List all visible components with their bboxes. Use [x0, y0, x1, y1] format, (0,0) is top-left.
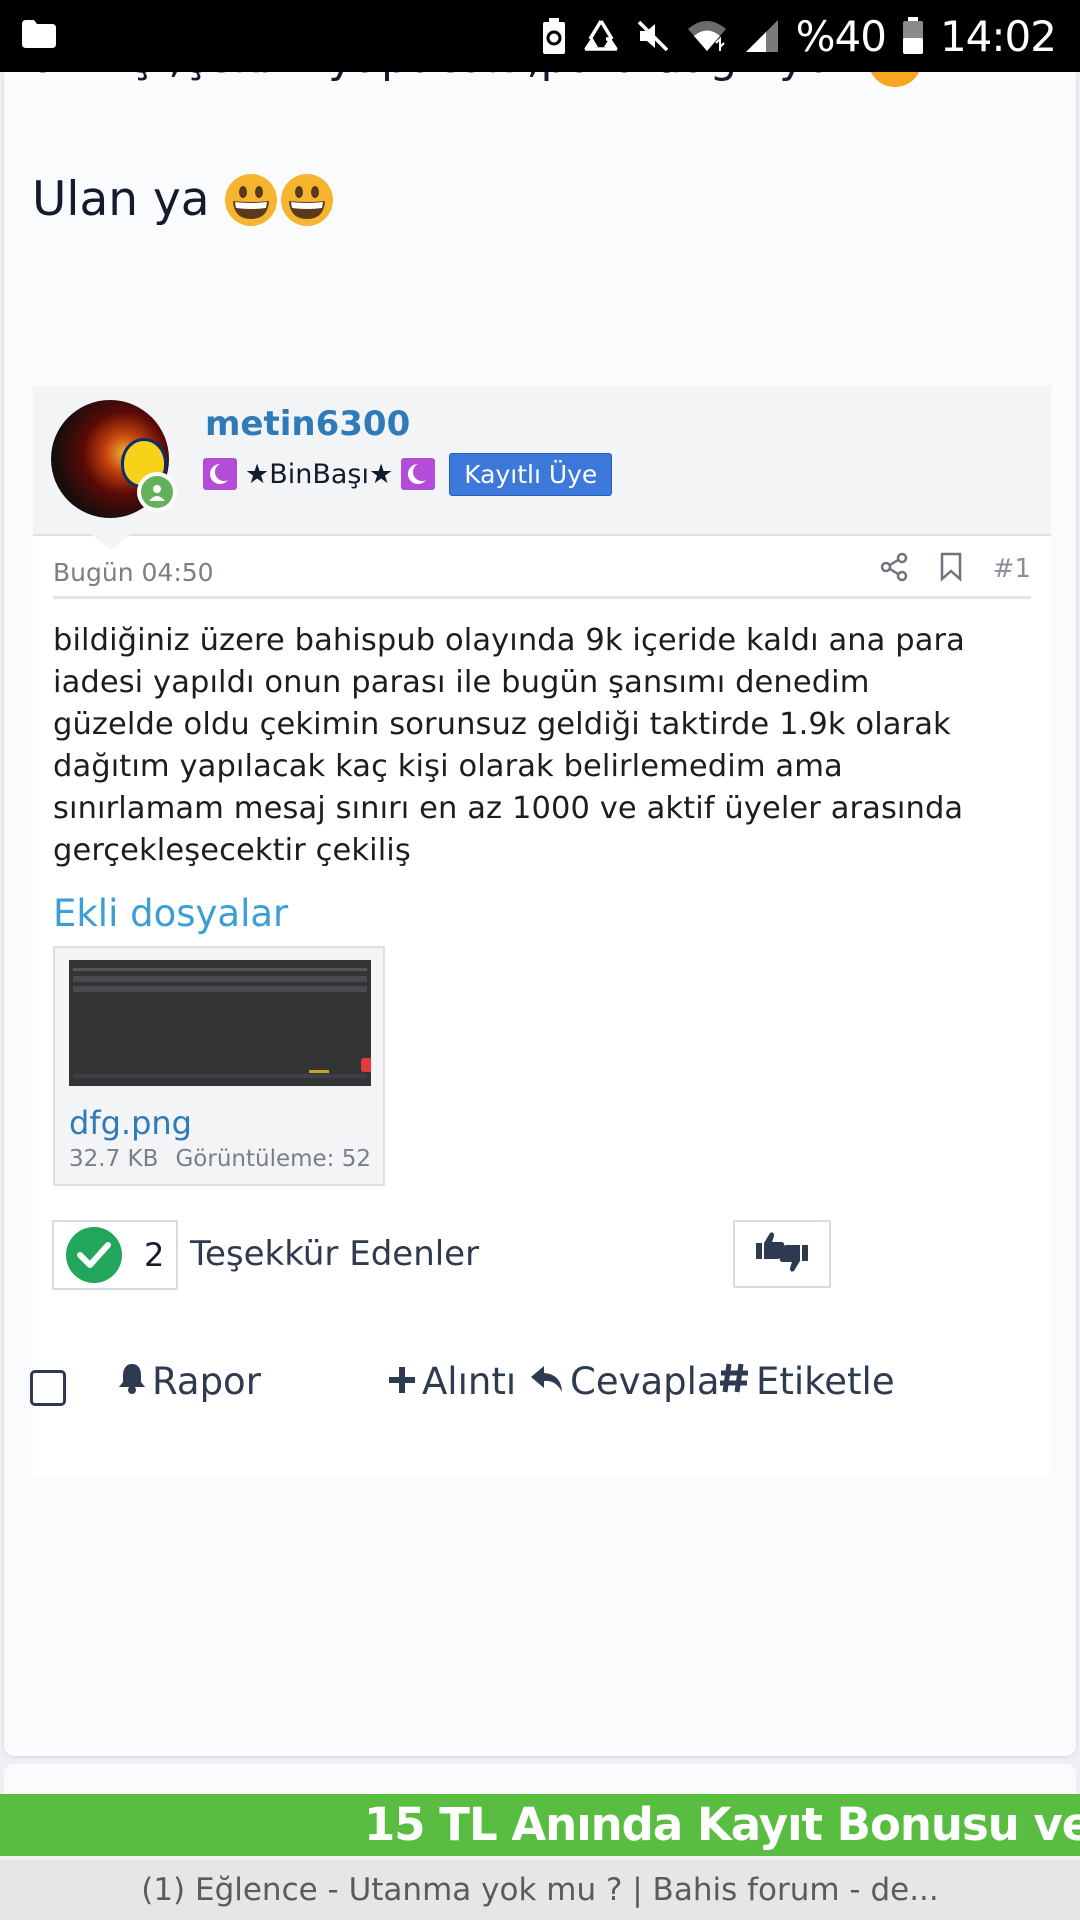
thanks-list-link[interactable]: Teşekkür Edenler	[190, 1234, 479, 1274]
tag-button[interactable]: Etiketle	[718, 1360, 895, 1403]
wifi-icon	[686, 19, 728, 53]
folder-icon	[22, 20, 56, 52]
signal-icon	[744, 18, 780, 54]
previous-text-line: atmış ,çekim yapacak ,para dağıtıyor	[32, 72, 923, 87]
attachment-size: 32.7 KB	[69, 1146, 159, 1172]
grinning-face-icon	[224, 173, 278, 227]
status-bar: %40 14:02	[0, 0, 1080, 72]
thanks-reaction[interactable]: 2	[52, 1220, 178, 1290]
hashtag-icon	[718, 1360, 750, 1403]
thanks-count: 2	[144, 1236, 165, 1274]
system-icons: %40 14:02	[542, 10, 1057, 62]
emoji-icon	[868, 72, 923, 87]
rank-title: ★BinBaşı★	[245, 458, 394, 490]
battery-percent: %40	[795, 11, 887, 61]
attachments-title: Ekli dosyalar	[53, 892, 289, 935]
report-button[interactable]: Rapor	[118, 1360, 261, 1403]
role-badge: Kayıtlı Üye	[449, 452, 613, 496]
recycle-icon	[582, 19, 620, 53]
promo-banner-text: 15 TL Anında Kayıt Bonusu ve 500	[364, 1798, 1080, 1851]
post-body: bildiğiniz üzere bahispub olayında 9k iç…	[53, 620, 1043, 872]
reply-label: Cevapla	[570, 1360, 720, 1403]
battery-saver-icon	[542, 18, 566, 54]
post-date[interactable]: Bugün 04:50	[53, 558, 214, 587]
user-rank: ★BinBaşı★ Kayıtlı Üye	[203, 452, 613, 496]
plus-icon	[388, 1360, 416, 1403]
thumbs-up-down-icon	[754, 1229, 810, 1279]
mute-icon	[636, 19, 670, 53]
crescent-icon	[203, 458, 237, 490]
post-number-link[interactable]: #1	[993, 554, 1031, 584]
post-body-line: gerçekleşecektir çekiliş	[53, 833, 411, 868]
reply-button[interactable]: Cevapla	[530, 1360, 720, 1403]
attachment-views: Görüntüleme: 52	[175, 1146, 371, 1172]
attachment-filename[interactable]: dfg.png	[69, 1104, 192, 1142]
quote-author-header: metin6300 ★BinBaşı★ Kayıtlı Üye	[33, 386, 1051, 550]
online-status-icon	[137, 472, 177, 512]
attachment-thumbnail[interactable]	[69, 960, 371, 1086]
post-message: Ulan ya	[32, 172, 334, 227]
bell-icon	[118, 1360, 146, 1403]
post-body-line: güzelde oldu çekimin sorunsuz geldiği ta…	[53, 707, 951, 742]
post-action-bar: Rapor Alıntı Cevapla Etiketle	[4, 1354, 1076, 1414]
post-card: atmış ,çekim yapacak ,para dağıtıyor Ula…	[4, 72, 1076, 1756]
post-body-line: iadesi yapıldı onun parası ile bugün şan…	[53, 665, 870, 700]
reply-arrow-icon	[530, 1360, 564, 1403]
quoted-post: metin6300 ★BinBaşı★ Kayıtlı Üye Bugün 04…	[33, 386, 1051, 1476]
battery-icon	[902, 17, 924, 55]
select-post-checkbox[interactable]	[30, 1370, 66, 1406]
share-icon[interactable]	[879, 552, 909, 586]
grinning-face-icon	[280, 173, 334, 227]
quote-label: Alıntı	[422, 1360, 517, 1403]
promo-banner[interactable]: 15 TL Anında Kayıt Bonusu ve 500	[0, 1794, 1080, 1856]
tag-label: Etiketle	[756, 1360, 895, 1403]
post-body-line: dağıtım yapılacak kaç kişi olarak belirl…	[53, 749, 843, 784]
bookmark-icon[interactable]	[939, 552, 963, 586]
attachment-card[interactable]: dfg.png 32.7 KB Görüntüleme: 52	[53, 946, 385, 1186]
crescent-icon	[401, 458, 436, 490]
clock: 14:02	[939, 11, 1057, 61]
browser-tab-title-bar[interactable]: (1) Eğlence - Utanma yok mu ? | Bahis fo…	[0, 1860, 1080, 1920]
username-link[interactable]: metin6300	[205, 404, 410, 444]
post-body-line: bildiğiniz üzere bahispub olayında 9k iç…	[53, 623, 965, 658]
greeting-text: Ulan ya	[32, 172, 210, 227]
next-post-card	[4, 1764, 1076, 1794]
page-title: (1) Eğlence - Utanma yok mu ? | Bahis fo…	[141, 1872, 939, 1908]
check-icon	[66, 1227, 122, 1283]
rate-button[interactable]	[733, 1220, 831, 1288]
post-meta: Bugün 04:50 #1	[53, 546, 1031, 599]
quote-button[interactable]: Alıntı	[388, 1360, 516, 1403]
report-label: Rapor	[152, 1360, 261, 1403]
post-body-line: sınırlamam mesaj sınırı en az 1000 ve ak…	[53, 791, 964, 826]
